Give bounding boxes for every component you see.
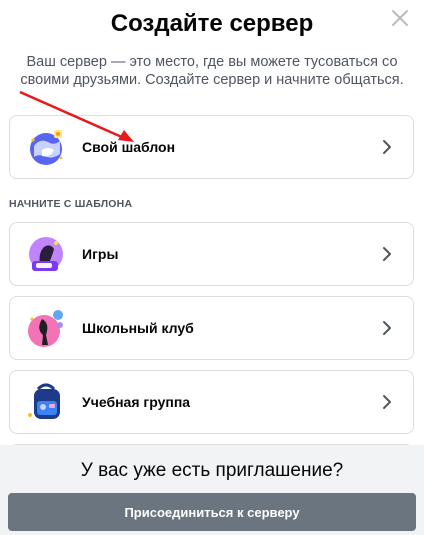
templates-section-label: НАЧНИТЕ С ШАБЛОНА xyxy=(9,198,133,210)
chevron-right-icon xyxy=(375,242,399,266)
template-gaming-button[interactable]: Игры xyxy=(9,222,414,286)
modal-title: Создайте сервер xyxy=(110,10,314,37)
create-own-label: Свой шаблон xyxy=(82,139,176,155)
chevron-right-icon xyxy=(375,390,399,414)
template-study-group-button[interactable]: Учебная группа xyxy=(9,370,414,434)
create-server-modal: Создайте сервер Ваш сервер — это место, … xyxy=(0,0,424,535)
modal-footer: У вас уже есть приглашение? Присоединить… xyxy=(0,445,424,535)
invite-question: У вас уже есть приглашение? xyxy=(80,460,344,481)
join-server-button[interactable]: Присоединиться к серверу xyxy=(8,493,416,531)
backpack-illustration-icon xyxy=(24,379,70,425)
chevron-right-icon xyxy=(375,316,399,340)
template-label: Игры xyxy=(82,246,119,262)
template-label: Учебная группа xyxy=(82,394,191,410)
modal-subtitle: Ваш сервер — это место, где вы можете ту… xyxy=(20,54,404,88)
template-label: Школьный клуб xyxy=(82,320,194,336)
create-own-button[interactable]: Свой шаблон xyxy=(9,115,414,179)
gaming-illustration-icon xyxy=(24,231,70,277)
globe-illustration-icon xyxy=(24,124,70,170)
school-club-illustration-icon xyxy=(24,305,70,351)
template-school-club-button[interactable]: Школьный клуб xyxy=(9,296,414,360)
chevron-right-icon xyxy=(375,135,399,159)
